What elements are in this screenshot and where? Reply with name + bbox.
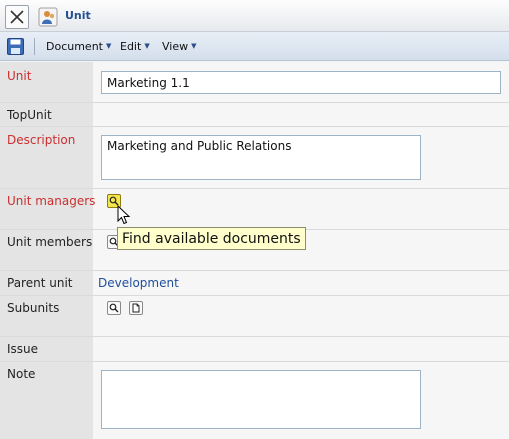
subunits-new-document-button[interactable] (129, 301, 143, 315)
toolbar-separator (34, 38, 35, 55)
menu-document-label: Document (46, 40, 103, 53)
menu-document[interactable]: Document ▼ (46, 40, 111, 53)
row-divider (0, 295, 509, 296)
row-divider (0, 102, 509, 103)
note-label: Note (7, 367, 36, 381)
note-textarea[interactable] (101, 370, 421, 429)
menu-edit[interactable]: Edit ▼ (120, 40, 150, 53)
subunits-search-button[interactable] (107, 301, 121, 315)
close-icon (10, 10, 24, 24)
parent-unit-label: Parent unit (7, 276, 73, 290)
toolbar: Document ▼ Edit ▼ View ▼ (0, 32, 509, 61)
row-divider (0, 336, 509, 337)
parent-unit-link[interactable]: Development (98, 276, 179, 290)
unit-icon (38, 7, 58, 27)
close-button[interactable] (5, 5, 29, 29)
chevron-down-icon: ▼ (106, 42, 112, 50)
topunit-label: TopUnit (7, 108, 52, 122)
subunits-label: Subunits (7, 301, 60, 315)
unit-members-label: Unit members (7, 235, 93, 249)
chevron-down-icon: ▼ (144, 42, 150, 50)
menu-view-label: View (162, 40, 189, 53)
document-icon (132, 303, 140, 313)
issue-label: Issue (7, 342, 39, 356)
chevron-down-icon: ▼ (191, 42, 197, 50)
save-icon[interactable] (7, 38, 24, 55)
window-title: Unit (65, 9, 91, 22)
unit-label: Unit (7, 69, 32, 83)
window-titlebar: Unit (0, 0, 509, 32)
description-label: Description (7, 133, 76, 147)
tooltip: Find available documents (117, 227, 306, 250)
row-divider (0, 361, 509, 362)
mouse-cursor-icon (117, 205, 131, 225)
unit-managers-label: Unit managers (7, 194, 96, 208)
row-divider (0, 270, 509, 271)
row-divider (0, 126, 509, 127)
row-divider (0, 188, 509, 189)
menu-view[interactable]: View ▼ (162, 40, 197, 53)
menu-edit-label: Edit (120, 40, 142, 53)
search-icon (109, 303, 119, 313)
description-textarea[interactable]: Marketing and Public Relations (101, 135, 421, 180)
unit-input[interactable] (101, 71, 501, 94)
